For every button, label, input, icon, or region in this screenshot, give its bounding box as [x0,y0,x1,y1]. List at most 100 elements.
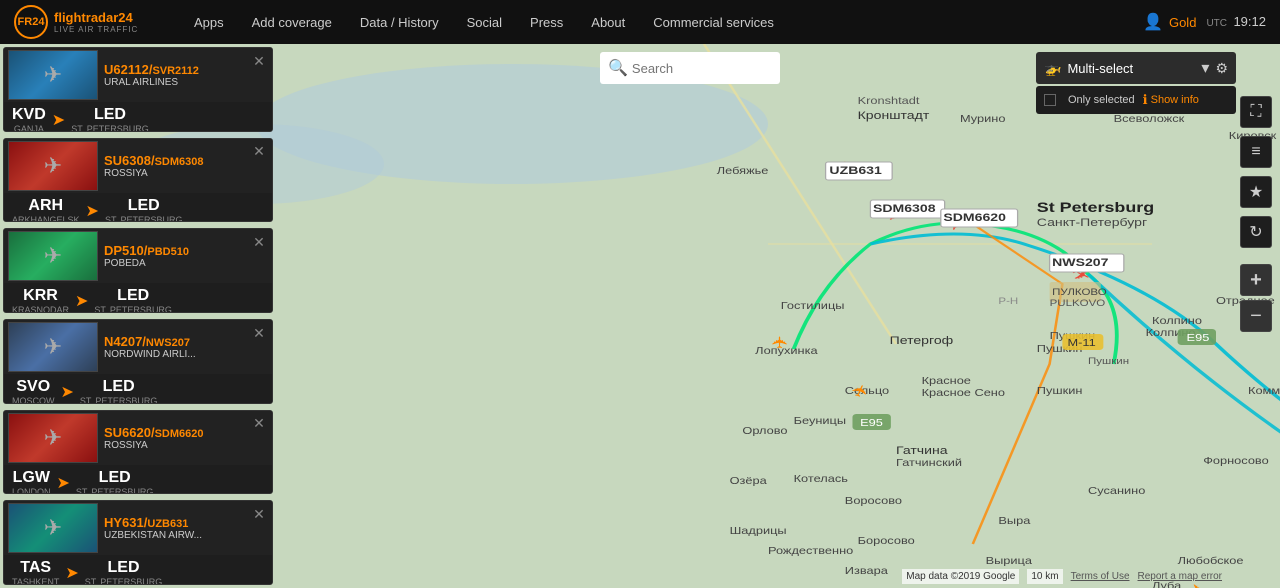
destination-airport: LED ST. PETERSBURG [85,559,163,585]
svg-text:Красное: Красное [922,376,971,386]
nav-link-social[interactable]: Social [453,0,516,44]
svg-text:Вырица: Вырица [986,556,1033,566]
svg-text:Сусанино: Сусанино [1088,486,1145,496]
origin-airport: TAS TASHKENT [12,559,59,585]
logo-area: FR24 flightradar24 LIVE AIR TRAFFIC [0,5,180,39]
search-bar[interactable]: 🔍 [600,52,780,84]
close-button[interactable]: ✕ [250,324,268,342]
svg-text:Всеволожск: Всеволожск [1114,114,1186,124]
destination-airport: LED ST. PETERSBURG [94,287,172,313]
airline-label: ROSSIYA [104,440,262,451]
only-selected-checkbox[interactable] [1044,94,1056,106]
svg-text:Р-Н: Р-Н [998,297,1018,307]
svg-text:Лебяжье: Лебяжье [717,166,769,176]
svg-text:NWS207: NWS207 [1052,256,1108,268]
svg-text:Пушкин: Пушкин [1088,357,1129,367]
flight-card-u62112[interactable]: U62112/SVR2112 URAL AIRLINES ✕ KVD GANJA… [3,47,273,132]
card-callsign-info: N4207/NWS207 NORDWIND AIRLI... [98,330,268,364]
flight-card-su6620[interactable]: SU6620/SDM6620 ROSSIYA ✕ LGW LONDON ➤ LE… [3,410,273,495]
origin-airport: KVD GANJA [12,106,46,132]
svg-text:✈: ✈ [768,336,791,349]
zoom-in-button[interactable]: + [1240,264,1272,296]
close-button[interactable]: ✕ [250,505,268,523]
fullscreen-button[interactable]: ⛶ [1240,96,1272,128]
origin-name: MOSCOW [12,396,55,404]
terms-link[interactable]: Terms of Use [1071,571,1130,582]
plane-image [9,51,97,99]
zoom-out-button[interactable]: − [1240,300,1272,332]
close-button[interactable]: ✕ [250,143,268,161]
multiselect-icon: 🚁 [1044,60,1061,77]
info-icon: ℹ [1143,92,1148,108]
plane-photo [8,322,98,372]
nav-link-apps[interactable]: Apps [180,0,238,44]
origin-name: ARKHANGELSK [12,215,80,223]
refresh-button[interactable]: ↻ [1240,216,1272,248]
search-input[interactable] [632,61,808,76]
svg-text:Форносово: Форносово [1203,456,1269,466]
utc-time-display: UTC 19:12 [1206,13,1266,31]
callsign-label: U62112/SVR2112 [104,62,262,77]
plane-image [9,142,97,190]
svg-text:Озёра: Озёра [730,476,768,486]
airline-label: UZBEKISTAN AIRW... [104,530,262,541]
card-route: KVD GANJA ➤ LED ST. PETERSBURG [4,102,272,132]
origin-code: KVD [12,106,46,124]
destination-name: ST. PETERSBURG [94,305,172,313]
card-header: SU6308/SDM6308 ROSSIYA ✕ [4,139,272,193]
airline-label: POBEDA [104,258,262,269]
svg-text:Кронштадт: Кронштадт [858,109,930,121]
utc-clock: 19:12 [1233,14,1266,29]
airline-label: ROSSIYA [104,168,262,179]
flight-panels: U62112/SVR2112 URAL AIRLINES ✕ KVD GANJA… [0,44,280,588]
flight-card-su6308[interactable]: SU6308/SDM6308 ROSSIYA ✕ ARH ARKHANGELSK… [3,138,273,223]
plane-image [9,323,97,371]
close-button[interactable]: ✕ [250,233,268,251]
show-info-button[interactable]: ℹ Show info [1143,92,1199,108]
svg-text:Коммунар: Коммунар [1248,386,1280,396]
nav-right: 👤 Gold UTC 19:12 [1143,12,1280,32]
utc-label: UTC [1206,18,1227,29]
origin-airport: LGW LONDON [12,469,51,495]
svg-text:Беуницы: Беуницы [794,416,846,426]
user-area[interactable]: 👤 Gold [1143,12,1196,32]
card-header: HY631/UZB631 UZBEKISTAN AIRW... ✕ [4,501,272,555]
origin-name: GANJA [12,124,46,132]
destination-name: ST. PETERSBURG [80,396,158,404]
nav-link-data---history[interactable]: Data / History [346,0,453,44]
layers-button[interactable]: ≡ [1240,136,1272,168]
nav-link-add-coverage[interactable]: Add coverage [238,0,346,44]
close-button[interactable]: ✕ [250,52,268,70]
callsign-label: SU6620/SDM6620 [104,425,262,440]
report-link[interactable]: Report a map error [1138,571,1222,582]
airline-label: NORDWIND AIRLI... [104,349,262,360]
multiselect-bar: 🚁 Multi-select ▾ ⚙ [1036,52,1236,84]
star-button[interactable]: ★ [1240,176,1272,208]
callsign-label: N4207/NWS207 [104,334,262,349]
destination-airport: LED ST. PETERSBURG [80,378,158,404]
card-header: U62112/SVR2112 URAL AIRLINES ✕ [4,48,272,102]
close-button[interactable]: ✕ [250,415,268,433]
svg-text:Шадрицы: Шадрицы [730,526,787,536]
flight-card-hy631[interactable]: HY631/UZB631 UZBEKISTAN AIRW... ✕ TAS TA… [3,500,273,585]
flight-card-dp510[interactable]: DP510/PBD510 POBEDA ✕ KRR KRASNODAR ➤ LE… [3,228,273,313]
destination-airport: LED ST. PETERSBURG [76,469,154,495]
airline-label: URAL AIRLINES [104,77,262,88]
destination-code: LED [94,287,172,305]
settings-icon[interactable]: ⚙ [1215,60,1228,77]
multiselect-dropdown-icon[interactable]: ▾ [1201,58,1209,78]
svg-text:E95: E95 [1187,333,1210,343]
svg-text:PULKOVO: PULKOVO [1050,299,1106,309]
origin-code: KRR [12,287,69,305]
show-info-label: Show info [1151,94,1199,106]
flight-card-n4207[interactable]: N4207/NWS207 NORDWIND AIRLI... ✕ SVO MOS… [3,319,273,404]
nav-link-press[interactable]: Press [516,0,577,44]
nav-link-commercial-services[interactable]: Commercial services [639,0,788,44]
svg-text:UZB631: UZB631 [829,164,881,176]
svg-text:Мурино: Мурино [960,114,1005,124]
destination-code: LED [85,559,163,577]
nav-link-about[interactable]: About [577,0,639,44]
svg-text:Выра: Выра [998,516,1031,526]
card-callsign-info: HY631/UZB631 UZBEKISTAN AIRW... [98,511,268,545]
route-arrow-icon: ➤ [52,110,65,130]
